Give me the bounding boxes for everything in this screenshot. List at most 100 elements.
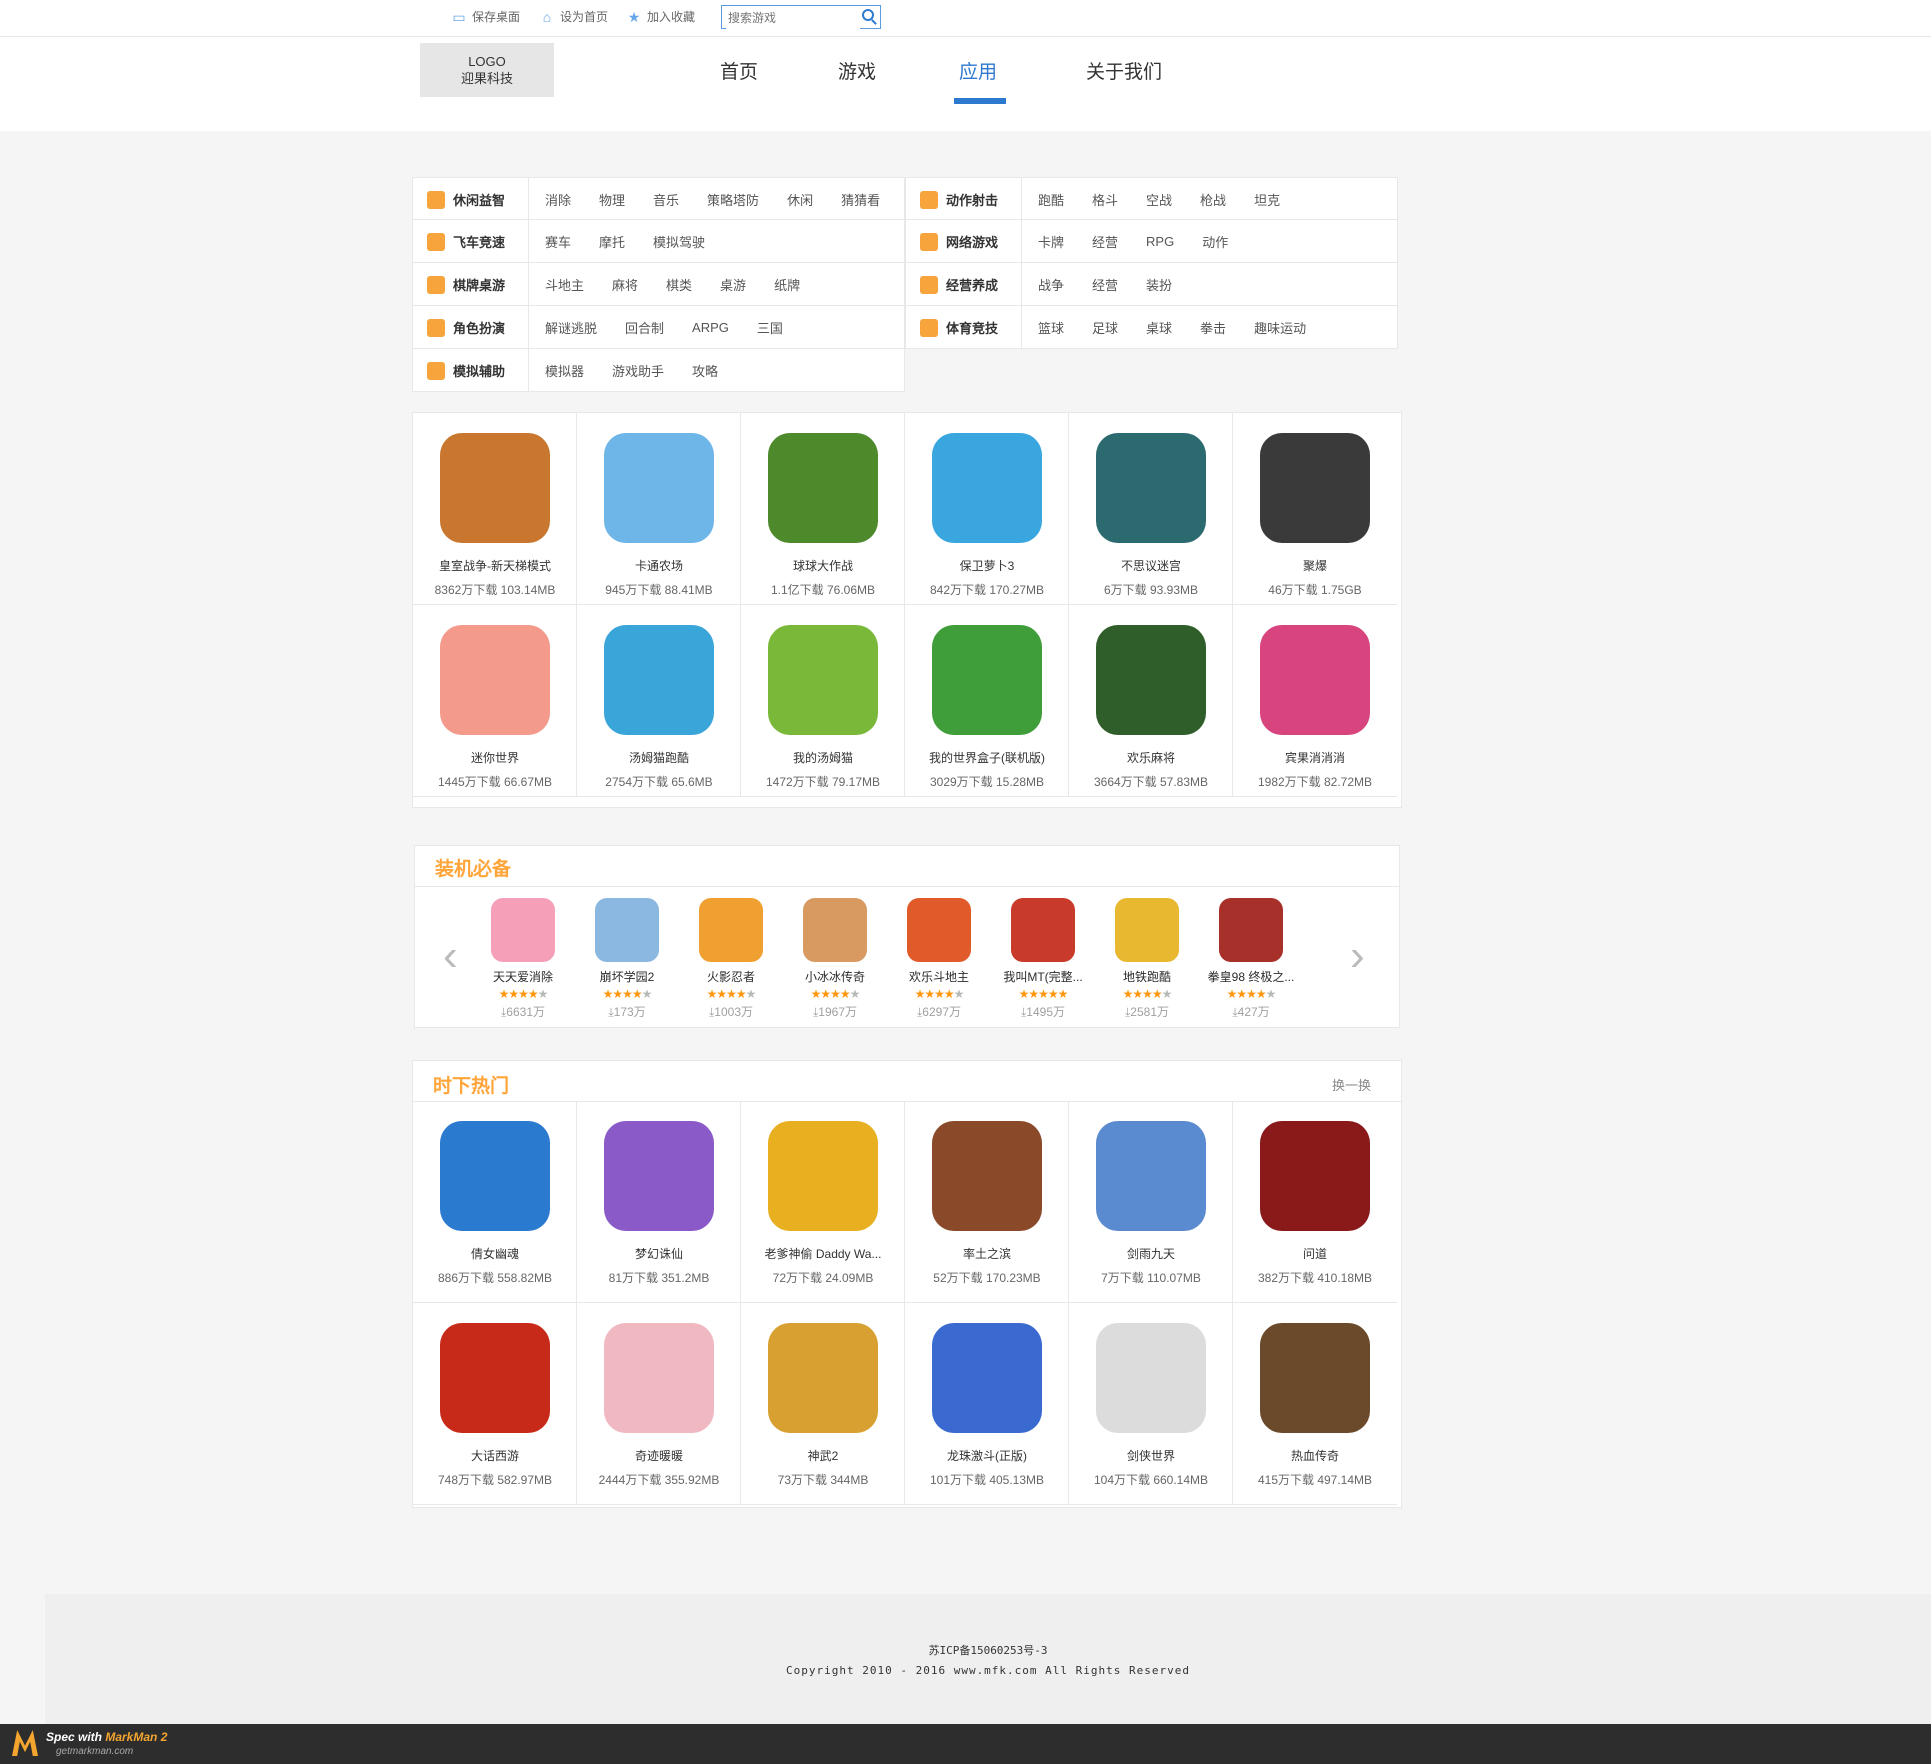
app-name[interactable]: 我的汤姆猫	[741, 749, 905, 766]
app-icon[interactable]	[1096, 433, 1206, 543]
app-icon[interactable]	[1096, 1121, 1206, 1231]
category-link[interactable]: 音乐	[653, 190, 679, 209]
category-link[interactable]: 桌球	[1146, 318, 1172, 337]
app-card[interactable]: 老爹神偷 Daddy Wa... 72万下载 24.09MB	[741, 1101, 905, 1303]
app-name[interactable]: 皇室战争-新天梯模式	[413, 557, 577, 574]
logo[interactable]: LOGO 迎果科技	[420, 43, 554, 97]
category-head[interactable]: 模拟辅助	[413, 349, 529, 392]
category-link[interactable]: 斗地主	[545, 275, 584, 294]
category-link[interactable]: 空战	[1146, 190, 1172, 209]
app-icon[interactable]	[1260, 433, 1370, 543]
app-card[interactable]: 我的世界盒子(联机版) 3029万下载 15.28MB	[905, 605, 1069, 797]
app-card[interactable]: 保卫萝卜3 842万下载 170.27MB	[905, 413, 1069, 605]
app-card[interactable]: 汤姆猫跑酷 2754万下载 65.6MB	[577, 605, 741, 797]
app-card[interactable]: 问道 382万下载 410.18MB	[1233, 1101, 1397, 1303]
category-link[interactable]: 回合制	[625, 318, 664, 337]
app-name[interactable]: 龙珠激斗(正版)	[905, 1447, 1069, 1464]
app-icon[interactable]	[1260, 1121, 1370, 1231]
app-icon[interactable]	[440, 433, 550, 543]
app-card[interactable]: 宾果消消消 1982万下载 82.72MB	[1233, 605, 1397, 797]
app-name[interactable]: 我叫MT(完整...	[998, 968, 1088, 985]
app-name[interactable]: 神武2	[741, 1447, 905, 1464]
must-have-app[interactable]: 地铁跑酷 ★★★★★ ⤓2581万	[1102, 898, 1192, 1020]
category-link[interactable]: ARPG	[692, 320, 729, 335]
chevron-right-icon[interactable]: ›	[1350, 934, 1365, 978]
app-icon[interactable]	[1096, 1323, 1206, 1433]
app-icon[interactable]	[440, 1323, 550, 1433]
app-name[interactable]: 地铁跑酷	[1102, 968, 1192, 985]
app-icon[interactable]	[604, 1323, 714, 1433]
category-link[interactable]: 策略塔防	[707, 190, 759, 209]
app-icon[interactable]	[440, 1121, 550, 1231]
category-head[interactable]: 动作射击	[906, 178, 1022, 221]
app-name[interactable]: 欢乐麻将	[1069, 749, 1233, 766]
app-icon[interactable]	[440, 625, 550, 735]
category-link[interactable]: 模拟器	[545, 361, 584, 380]
add-favorite-link[interactable]: ★ 加入收藏	[627, 8, 695, 25]
app-name[interactable]: 保卫萝卜3	[905, 557, 1069, 574]
category-head[interactable]: 休闲益智	[413, 178, 529, 221]
search-icon[interactable]	[862, 9, 874, 21]
app-card[interactable]: 不思议迷宫 6万下载 93.93MB	[1069, 413, 1233, 605]
category-link[interactable]: 枪战	[1200, 190, 1226, 209]
app-icon[interactable]	[1260, 625, 1370, 735]
app-icon[interactable]	[803, 898, 867, 962]
category-link[interactable]: 桌游	[720, 275, 746, 294]
category-link[interactable]: 装扮	[1146, 275, 1172, 294]
category-link[interactable]: 攻略	[692, 361, 718, 380]
category-link[interactable]: 游戏助手	[612, 361, 664, 380]
category-link[interactable]: 麻将	[612, 275, 638, 294]
app-icon[interactable]	[932, 1121, 1042, 1231]
app-card[interactable]: 神武2 73万下载 344MB	[741, 1303, 905, 1505]
category-link[interactable]: 跑酷	[1038, 190, 1064, 209]
app-name[interactable]: 天天爱消除	[478, 968, 568, 985]
app-icon[interactable]	[932, 625, 1042, 735]
category-link[interactable]: 坦克	[1254, 190, 1280, 209]
must-have-app[interactable]: 小冰冰传奇 ★★★★★ ⤓1967万	[790, 898, 880, 1020]
category-head[interactable]: 角色扮演	[413, 306, 529, 349]
category-link[interactable]: 三国	[757, 318, 783, 337]
app-card[interactable]: 我的汤姆猫 1472万下载 79.17MB	[741, 605, 905, 797]
nav-home[interactable]: 首页	[720, 57, 758, 84]
app-card[interactable]: 聚爆 46万下载 1.75GB	[1233, 413, 1397, 605]
nav-games[interactable]: 游戏	[838, 57, 876, 84]
app-name[interactable]: 奇迹暖暖	[577, 1447, 741, 1464]
must-have-app[interactable]: 欢乐斗地主 ★★★★★ ⤓6297万	[894, 898, 984, 1020]
app-name[interactable]: 大话西游	[413, 1447, 577, 1464]
app-icon[interactable]	[1096, 625, 1206, 735]
app-card[interactable]: 皇室战争-新天梯模式 8362万下载 103.14MB	[413, 413, 577, 605]
app-name[interactable]: 欢乐斗地主	[894, 968, 984, 985]
app-card[interactable]: 龙珠激斗(正版) 101万下载 405.13MB	[905, 1303, 1069, 1505]
app-name[interactable]: 问道	[1233, 1245, 1397, 1262]
category-link[interactable]: 足球	[1092, 318, 1118, 337]
app-name[interactable]: 热血传奇	[1233, 1447, 1397, 1464]
app-icon[interactable]	[1219, 898, 1283, 962]
must-have-app[interactable]: 拳皇98 终极之... ★★★★★ ⤓427万	[1206, 898, 1296, 1020]
category-link[interactable]: 解谜逃脱	[545, 318, 597, 337]
app-card[interactable]: 剑侠世界 104万下载 660.14MB	[1069, 1303, 1233, 1505]
app-name[interactable]: 不思议迷宫	[1069, 557, 1233, 574]
category-link[interactable]: 模拟驾驶	[653, 232, 705, 251]
app-card[interactable]: 热血传奇 415万下载 497.14MB	[1233, 1303, 1397, 1505]
app-name[interactable]: 率土之滨	[905, 1245, 1069, 1262]
app-name[interactable]: 剑雨九天	[1069, 1245, 1233, 1262]
app-name[interactable]: 迷你世界	[413, 749, 577, 766]
category-head[interactable]: 体育竞技	[906, 306, 1022, 349]
category-link[interactable]: 赛车	[545, 232, 571, 251]
app-card[interactable]: 奇迹暖暖 2444万下载 355.92MB	[577, 1303, 741, 1505]
app-card[interactable]: 迷你世界 1445万下载 66.67MB	[413, 605, 577, 797]
app-name[interactable]: 老爹神偷 Daddy Wa...	[741, 1245, 905, 1262]
app-icon[interactable]	[604, 1121, 714, 1231]
app-name[interactable]: 剑侠世界	[1069, 1447, 1233, 1464]
app-icon[interactable]	[768, 433, 878, 543]
set-home-link[interactable]: ⌂ 设为首页	[540, 8, 608, 25]
app-icon[interactable]	[604, 433, 714, 543]
category-link[interactable]: 战争	[1038, 275, 1064, 294]
app-name[interactable]: 梦幻诛仙	[577, 1245, 741, 1262]
category-link[interactable]: 卡牌	[1038, 232, 1064, 251]
app-card[interactable]: 率土之滨 52万下载 170.23MB	[905, 1101, 1069, 1303]
app-name[interactable]: 宾果消消消	[1233, 749, 1397, 766]
app-card[interactable]: 倩女幽魂 886万下载 558.82MB	[413, 1101, 577, 1303]
app-icon[interactable]	[491, 898, 555, 962]
category-head[interactable]: 飞车竞速	[413, 220, 529, 263]
